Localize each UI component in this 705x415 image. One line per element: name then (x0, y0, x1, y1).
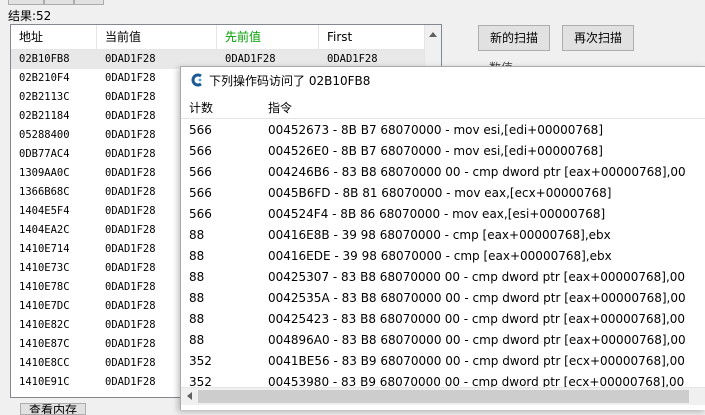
cell-current: 0DAD1F28 (105, 110, 156, 122)
cell-current: 0DAD1F28 (105, 53, 156, 65)
cell-current: 0DAD1F28 (105, 300, 156, 312)
result-label: 结果: (8, 9, 37, 23)
opcode-row[interactable]: 566 004526E0 - 8B B7 68070000 - mov esi,[… (181, 141, 705, 162)
result-count: 结果:52 (8, 7, 51, 24)
cell-address: 1410E8CC (19, 357, 70, 369)
opcode-row[interactable]: 566 004524F4 - 8B 86 68070000 - mov eax,[… (181, 204, 705, 225)
cell-address: 02B210F4 (19, 72, 70, 84)
cell-address: 02B2113C (19, 91, 70, 103)
scroll-left-arrow-icon[interactable] (187, 392, 192, 400)
new-scan-button[interactable]: 新的扫描 (478, 25, 550, 51)
scrollbar-thumb[interactable] (198, 390, 689, 403)
cell-count: 88 (189, 291, 205, 305)
opcode-row[interactable]: 566 0045B6FD - 8B 81 68070000 - mov eax,[… (181, 183, 705, 204)
cell-count: 566 (189, 165, 212, 179)
column-current-value[interactable]: 当前值 (97, 25, 217, 49)
opcode-row[interactable]: 566 00452673 - 8B B7 68070000 - mov esi,[… (181, 120, 705, 141)
cell-address: 1404E5F4 (19, 205, 70, 217)
cell-count: 88 (189, 333, 205, 347)
toolbar-button-1[interactable] (8, 0, 44, 5)
cell-current: 0DAD1F28 (105, 205, 156, 217)
next-scan-button[interactable]: 再次扫描 (562, 25, 634, 51)
cell-current: 0DAD1F28 (105, 186, 156, 198)
cell-instruction: 0041BE56 - 83 B9 68070000 00 - cmp dword… (268, 354, 685, 368)
popup-title: 下列操作码访问了 02B10FB8 (209, 74, 371, 88)
cell-current: 0DAD1F28 (105, 243, 156, 255)
opcode-row[interactable]: 88 004896A0 - 83 B8 68070000 00 - cmp dwo… (181, 330, 705, 351)
cell-address: 1410E7DC (19, 300, 70, 312)
cell-current: 0DAD1F28 (105, 91, 156, 103)
cell-instruction: 004896A0 - 83 B8 68070000 00 - cmp dword… (268, 333, 686, 347)
cell-current: 0DAD1F28 (105, 262, 156, 274)
cell-address: 02B10FB8 (19, 53, 70, 65)
app-logo-icon (191, 73, 202, 87)
cell-count: 566 (189, 186, 212, 200)
cell-current: 0DAD1F28 (105, 224, 156, 236)
memory-view-button[interactable]: 查看内存 (20, 403, 86, 415)
cell-count: 88 (189, 312, 205, 326)
cell-instruction: 004246B6 - 83 B8 68070000 00 - cmp dword… (268, 165, 686, 179)
cell-address: 1366B68C (19, 186, 70, 198)
cell-address: 1410E87C (19, 338, 70, 350)
cell-instruction: 0045B6FD - 8B 81 68070000 - mov eax,[ecx… (268, 186, 612, 200)
toolbar-button-2[interactable] (44, 0, 74, 5)
cell-address: 1309AA0C (19, 167, 70, 179)
cell-count: 566 (189, 123, 212, 137)
cell-count: 88 (189, 249, 205, 263)
cell-current: 0DAD1F28 (105, 338, 156, 350)
popup-horizontal-scrollbar[interactable] (181, 387, 705, 405)
toolbar-button-3[interactable] (74, 0, 104, 5)
cell-current: 0DAD1F28 (105, 376, 156, 388)
list-header: 地址 当前值 先前值 First (11, 25, 441, 50)
cell-address: 1410E73C (19, 262, 70, 274)
cell-address: 1404EA2C (19, 224, 70, 236)
cell-instruction: 004526E0 - 8B B7 68070000 - mov esi,[edi… (268, 144, 603, 158)
cell-instruction: 004524F4 - 8B 86 68070000 - mov eax,[esi… (268, 207, 606, 221)
cell-current: 0DAD1F28 (105, 129, 156, 141)
opcode-row[interactable]: 88 00416E8B - 39 98 68070000 - cmp [eax+0… (181, 225, 705, 246)
column-previous-value[interactable]: 先前值 (217, 25, 319, 49)
cell-current: 0DAD1F28 (105, 148, 156, 160)
cell-current: 0DAD1F28 (105, 72, 156, 84)
cell-current: 0DAD1F28 (105, 167, 156, 179)
column-first[interactable]: First (319, 25, 425, 49)
cell-instruction: 0042535A - 83 B8 68070000 00 - cmp dword… (268, 291, 686, 305)
opcode-row[interactable]: 352 0041BE56 - 83 B9 68070000 00 - cmp dw… (181, 351, 705, 372)
cell-address: 02B21184 (19, 110, 70, 122)
cell-count: 566 (189, 144, 212, 158)
cell-address: 1410E78C (19, 281, 70, 293)
cell-address: 05288400 (19, 129, 70, 141)
cell-count: 88 (189, 270, 205, 284)
column-count[interactable]: 计数 (189, 98, 213, 118)
cell-current: 0DAD1F28 (105, 357, 156, 369)
cell-count: 352 (189, 354, 212, 368)
scroll-up-arrow-icon[interactable] (429, 32, 437, 37)
cell-instruction: 00425423 - 83 B8 68070000 00 - cmp dword… (268, 312, 686, 326)
opcode-row[interactable]: 88 00425423 - 83 B8 68070000 00 - cmp dwo… (181, 309, 705, 330)
popup-list-header: 计数 指令 (181, 98, 705, 119)
column-address[interactable]: 地址 (11, 25, 97, 49)
popup-titlebar[interactable]: 下列操作码访问了 02B10FB8 (181, 67, 705, 93)
cell-address: 1410E714 (19, 243, 70, 255)
opcode-access-window: 下列操作码访问了 02B10FB8 计数 指令 566 00452673 - 8B… (180, 66, 705, 410)
cell-address: 1410E91C (19, 376, 70, 388)
opcode-row[interactable]: 88 00416EDE - 39 98 68070000 - cmp [eax+0… (181, 246, 705, 267)
cell-count: 566 (189, 207, 212, 221)
cell-instruction: 00416E8B - 39 98 68070000 - cmp [eax+000… (268, 228, 611, 242)
result-number: 52 (36, 9, 52, 23)
opcode-row[interactable]: 88 00425307 - 83 B8 68070000 00 - cmp dwo… (181, 267, 705, 288)
cell-instruction: 00452673 - 8B B7 68070000 - mov esi,[edi… (268, 123, 603, 137)
cell-instruction: 00416EDE - 39 98 68070000 - cmp [eax+000… (268, 249, 612, 263)
cell-count: 88 (189, 228, 205, 242)
opcode-row[interactable]: 88 0042535A - 83 B8 68070000 00 - cmp dwo… (181, 288, 705, 309)
opcode-row[interactable]: 566 004246B6 - 83 B8 68070000 00 - cmp dw… (181, 162, 705, 183)
cell-address: 0DB77AC4 (19, 148, 70, 160)
column-instruction[interactable]: 指令 (268, 98, 292, 118)
cell-address: 1410E82C (19, 319, 70, 331)
cell-current: 0DAD1F28 (105, 281, 156, 293)
cell-current: 0DAD1F28 (105, 319, 156, 331)
cell-instruction: 00425307 - 83 B8 68070000 00 - cmp dword… (268, 270, 686, 284)
